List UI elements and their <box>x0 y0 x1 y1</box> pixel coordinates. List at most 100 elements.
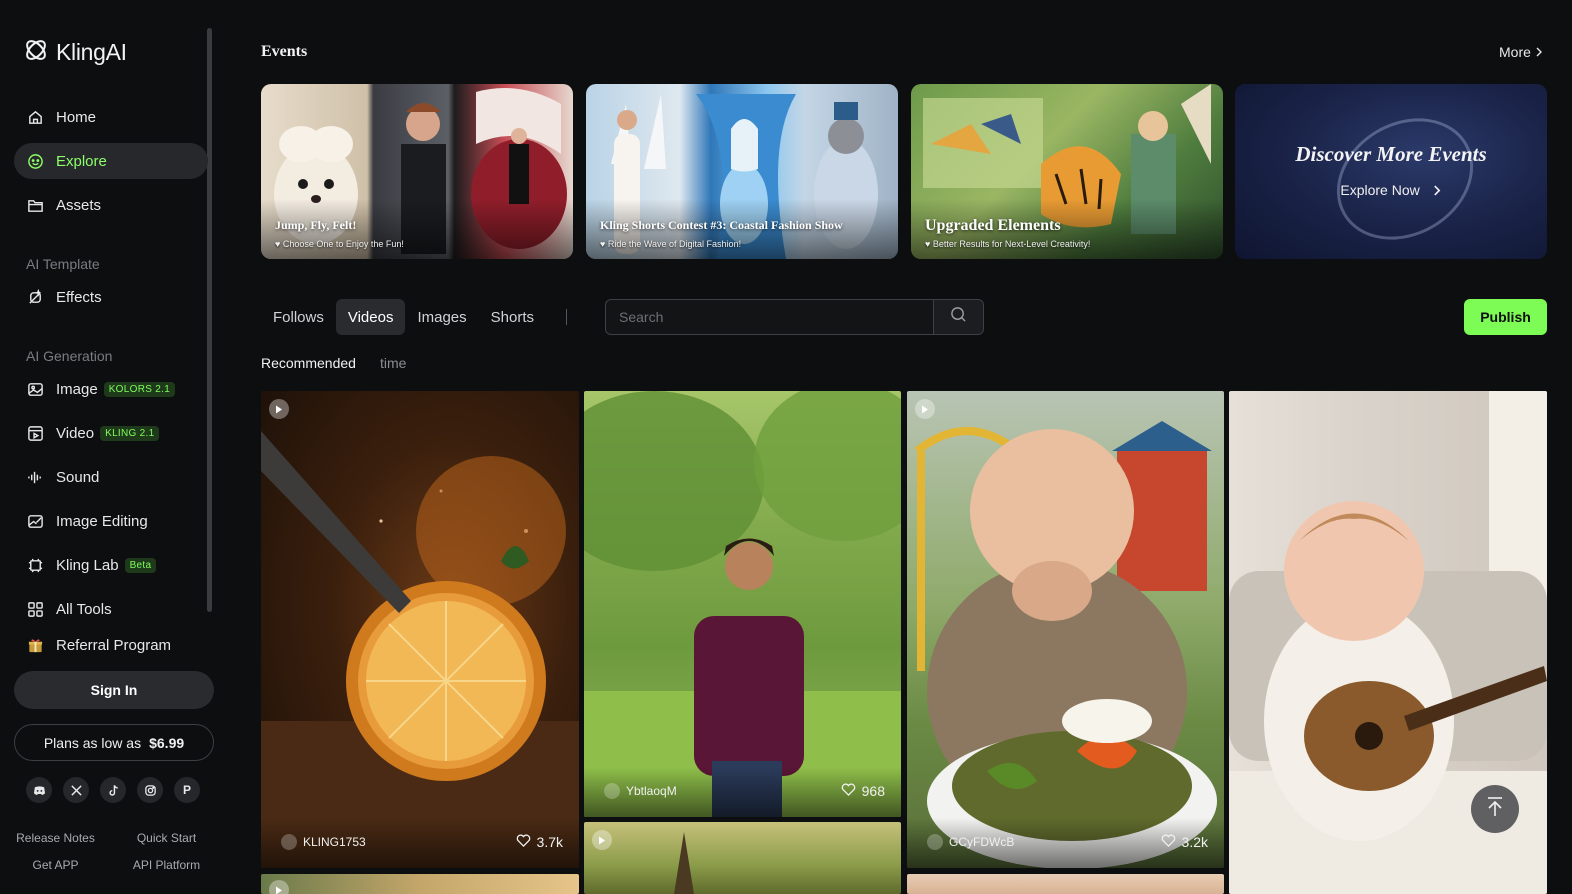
release-notes-link[interactable]: Release Notes <box>0 831 111 845</box>
feed-tabs: Follows Videos Images Shorts <box>261 299 568 335</box>
event-subtitle: ♥ Choose One to Enjoy the Fun! <box>275 239 404 249</box>
image-icon <box>26 380 44 398</box>
nav-all-tools[interactable]: All Tools <box>14 591 208 627</box>
logo[interactable]: KlingAI <box>22 36 127 69</box>
event-subtitle: ♥ Ride the Wave of Digital Fashion! <box>600 239 742 249</box>
more-link[interactable]: More <box>1499 44 1543 60</box>
tab-shorts[interactable]: Shorts <box>479 299 546 335</box>
author-name: GCyFDWcB <box>949 835 1015 849</box>
card-art-baby-eating <box>914 421 1217 868</box>
video-card[interactable]: KLING1753 3.7k <box>261 391 579 868</box>
search-button[interactable] <box>933 300 983 334</box>
search-input[interactable] <box>606 300 933 334</box>
instagram-icon[interactable] <box>137 777 163 803</box>
image-edit-icon <box>26 512 44 530</box>
like-value: 3.7k <box>536 834 563 850</box>
chevron-right-icon <box>1424 182 1442 198</box>
event-card-jump-fly-felt[interactable]: Jump, Fly, Felt! ♥ Choose One to Enjoy t… <box>261 84 573 259</box>
more-label: More <box>1499 44 1531 60</box>
tab-divider <box>566 309 568 325</box>
sound-icon <box>26 468 44 486</box>
event-title: Jump, Fly, Felt! <box>275 218 357 232</box>
quick-start-link[interactable]: Quick Start <box>111 831 222 845</box>
like-count[interactable]: 3.2k <box>1161 834 1208 850</box>
nav-explore[interactable]: Explore <box>14 143 208 179</box>
card-art-man-park <box>584 391 901 817</box>
video-card[interactable]: YbtlaoqM 968 <box>584 391 901 817</box>
nav-explore-label: Explore <box>56 152 107 170</box>
play-icon <box>269 399 289 419</box>
nav-assets[interactable]: Assets <box>14 187 208 223</box>
explore-now-button[interactable]: Explore Now <box>1235 182 1547 198</box>
nav-kling-lab[interactable]: Kling Lab Beta <box>14 547 208 583</box>
tiktok-icon[interactable] <box>100 777 126 803</box>
nav-kling-lab-label: Kling Lab <box>56 556 119 574</box>
sign-in-button[interactable]: Sign In <box>14 671 214 709</box>
chevron-right-icon <box>1535 44 1543 60</box>
card-art-orange <box>261 431 579 868</box>
footer-links: Release Notes Quick Start Get APP API Pl… <box>0 831 222 872</box>
event-card-upgraded-elements[interactable]: Upgraded Elements ♥ Better Results for N… <box>911 84 1223 259</box>
beta-badge: Beta <box>124 557 157 573</box>
sort-recommended[interactable]: Recommended <box>261 355 356 371</box>
like-count[interactable]: 968 <box>841 783 885 799</box>
folder-icon <box>26 196 44 214</box>
nav-image-editing-label: Image Editing <box>56 512 148 530</box>
effects-icon <box>26 288 44 306</box>
grid-icon <box>26 600 44 618</box>
discord-icon[interactable] <box>26 777 52 803</box>
play-icon <box>269 880 289 894</box>
tab-videos[interactable]: Videos <box>335 299 406 335</box>
nav-sound[interactable]: Sound <box>14 459 208 495</box>
nav-referral-program[interactable]: Referral Program <box>14 627 208 663</box>
tab-follows[interactable]: Follows <box>261 299 336 335</box>
brand-name: KlingAI <box>56 39 127 65</box>
nav-home-label: Home <box>56 108 97 126</box>
explore-now-label: Explore Now <box>1340 182 1420 198</box>
plans-button[interactable]: Plans as low as $6.99 <box>14 724 214 761</box>
like-count[interactable]: 3.7k <box>516 834 563 850</box>
nav-image[interactable]: Image KOLORS 2.1 <box>14 371 208 407</box>
plans-price: $6.99 <box>149 734 185 751</box>
publish-button[interactable]: Publish <box>1464 299 1547 335</box>
avatar <box>927 834 943 850</box>
play-icon <box>592 830 612 850</box>
heart-icon <box>841 783 856 799</box>
sort-time[interactable]: time <box>380 355 406 371</box>
nav-video[interactable]: Video KLING 2.1 <box>14 415 208 451</box>
video-card[interactable] <box>907 874 1224 894</box>
event-title: Kling Shorts Contest #3: Coastal Fashion… <box>600 218 843 232</box>
discover-more-title: Discover More Events <box>1295 142 1487 166</box>
tab-images[interactable]: Images <box>405 299 478 335</box>
author-name: KLING1753 <box>303 835 366 849</box>
nav-all-tools-label: All Tools <box>56 600 112 618</box>
nav-sound-label: Sound <box>56 468 100 486</box>
app-root: KlingAI Home Explore Assets AI Template <box>0 0 1572 894</box>
search-box <box>605 299 984 335</box>
kolors-badge: KOLORS 2.1 <box>103 381 176 397</box>
event-card-discover-more[interactable]: Discover More Events Explore Now <box>1235 84 1547 259</box>
video-card[interactable] <box>584 822 901 894</box>
card-author[interactable]: YbtlaoqM <box>604 783 677 799</box>
nav-effects-label: Effects <box>56 288 102 306</box>
card-author[interactable]: GCyFDWcB <box>927 834 1014 850</box>
sort-tabs: Recommended time <box>261 355 406 371</box>
heart-icon <box>1161 834 1176 850</box>
video-card[interactable] <box>261 874 579 894</box>
scroll-to-top-button[interactable] <box>1471 785 1519 833</box>
pinterest-icon[interactable]: P <box>174 777 200 803</box>
api-platform-link[interactable]: API Platform <box>111 858 222 872</box>
get-app-link[interactable]: Get APP <box>0 858 111 872</box>
event-card-kling-shorts-contest[interactable]: Kling Shorts Contest #3: Coastal Fashion… <box>586 84 898 259</box>
nav-video-label: Video <box>56 424 95 442</box>
like-value: 968 <box>861 783 885 799</box>
video-icon <box>26 424 44 442</box>
card-author[interactable]: KLING1753 <box>281 834 366 850</box>
x-icon[interactable] <box>63 777 89 803</box>
sidebar: KlingAI Home Explore Assets AI Template <box>0 0 222 894</box>
nav-image-editing[interactable]: Image Editing <box>14 503 208 539</box>
nav-effects[interactable]: Effects <box>14 279 208 315</box>
nav-home[interactable]: Home <box>14 99 208 135</box>
event-subtitle: ♥ Better Results for Next-Level Creativi… <box>925 239 1091 249</box>
video-card[interactable]: GCyFDWcB 3.2k <box>907 391 1224 868</box>
